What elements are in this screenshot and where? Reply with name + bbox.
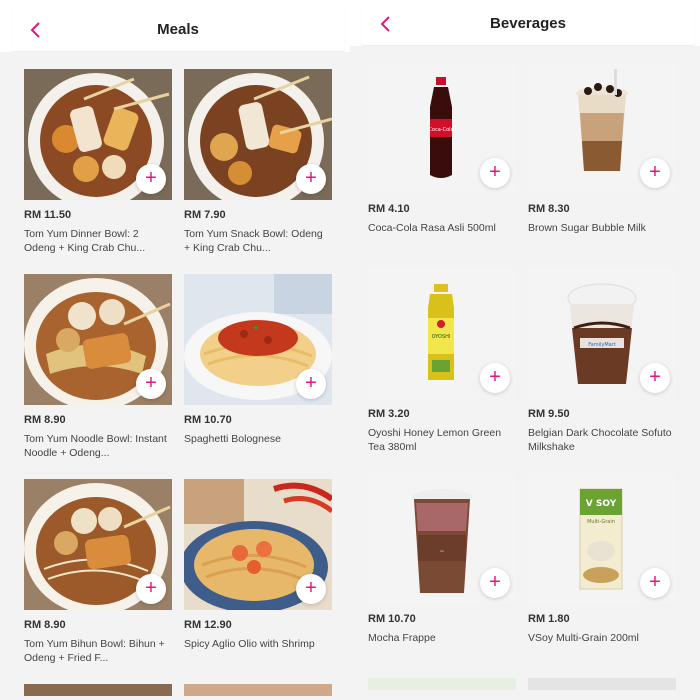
product-price: RM 7.90 — [184, 209, 226, 221]
add-to-cart-button[interactable]: + — [136, 574, 166, 604]
add-to-cart-button[interactable]: + — [640, 568, 670, 598]
product-name: Coca-Cola Rasa Asli 500ml — [368, 222, 496, 234]
add-to-cart-button[interactable]: + — [136, 369, 166, 399]
product-name: Mocha Frappe — [368, 632, 436, 644]
product-image: + — [24, 274, 172, 405]
add-to-cart-button[interactable]: + — [640, 363, 670, 393]
product-image: V SOY Multi-Grain + — [528, 473, 676, 604]
product-name: Tom Yum Dinner Bowl: 2 Odeng + King Crab… — [24, 228, 146, 254]
product-image: ~ + — [368, 473, 516, 604]
product-card[interactable]: + RM 12.90 Spicy Aglio Olio with Shrimp — [184, 479, 332, 669]
product-name: VSoy Multi-Grain 200ml — [528, 632, 639, 644]
product-card[interactable]: + RM 10.70 Spaghetti Bolognese — [184, 274, 332, 464]
product-card[interactable]: V SOY Multi-Grain + RM 1.80 VSoy Multi-G… — [528, 473, 676, 663]
next-product-image — [368, 678, 516, 690]
meals-panel: Meals + RM 11.50 Tom Yum Dinner Bowl: 2 … — [0, 0, 350, 700]
product-price: RM 8.90 — [24, 619, 66, 631]
product-price: RM 3.20 — [368, 408, 410, 420]
add-to-cart-button[interactable]: + — [296, 574, 326, 604]
add-to-cart-button[interactable]: + — [480, 158, 510, 188]
product-card[interactable]: FamilyMart + RM 9.50 Belgian Dark Chocol… — [528, 268, 676, 458]
product-card[interactable]: OYOSHI + RM 3.20 Oyoshi Honey Lemon Gree… — [368, 268, 516, 458]
product-price: RM 4.10 — [368, 203, 410, 215]
product-card[interactable]: + RM 8.90 Tom Yum Bihun Bowl: Bihun + Od… — [24, 479, 172, 669]
product-image: + — [184, 274, 332, 405]
add-to-cart-button[interactable]: + — [296, 164, 326, 194]
product-price: RM 11.50 — [24, 209, 72, 221]
product-image-text: Multi-Grain — [587, 519, 615, 525]
product-image: FamilyMart + — [528, 268, 676, 399]
add-to-cart-button[interactable]: + — [480, 363, 510, 393]
meals-grid: + RM 11.50 Tom Yum Dinner Bowl: 2 Odeng … — [0, 52, 350, 700]
product-image: + — [24, 69, 172, 200]
page-title: Meals — [157, 21, 199, 38]
product-name: Tom Yum Bihun Bowl: Bihun + Odeng + Frie… — [24, 638, 165, 664]
page-title: Beverages — [490, 15, 566, 32]
product-image: + — [184, 479, 332, 610]
svg-text:~: ~ — [439, 548, 444, 555]
product-image-text: FamilyMart — [588, 342, 616, 348]
product-card[interactable]: + RM 8.90 Tom Yum Noodle Bowl: Instant N… — [24, 274, 172, 464]
meals-header: Meals — [12, 8, 344, 52]
product-name: Tom Yum Noodle Bowl: Instant Noodle + Od… — [24, 433, 167, 459]
product-name: Spaghetti Bolognese — [184, 433, 281, 445]
add-to-cart-button[interactable]: + — [640, 158, 670, 188]
product-image-text: OYOSHI — [432, 334, 451, 340]
product-price: RM 10.70 — [368, 613, 416, 625]
product-name: Spicy Aglio Olio with Shrimp — [184, 638, 315, 650]
product-price: RM 8.30 — [528, 203, 570, 215]
product-image: + — [184, 69, 332, 200]
product-card[interactable]: + RM 8.30 Brown Sugar Bubble Milk — [528, 63, 676, 253]
next-product-image — [528, 678, 676, 690]
product-card[interactable]: Coca-Cola + RM 4.10 Coca-Cola Rasa Asli … — [368, 63, 516, 253]
product-image-text: Coca-Cola — [428, 127, 453, 133]
product-price: RM 9.50 — [528, 408, 570, 420]
product-image: Coca-Cola + — [368, 63, 516, 194]
product-price: RM 10.70 — [184, 414, 232, 426]
product-card[interactable]: + RM 11.50 Tom Yum Dinner Bowl: 2 Odeng … — [24, 69, 172, 259]
product-image: + — [528, 63, 676, 194]
beverages-panel: Beverages Coca-Cola + RM 4.10 Coca-Cola … — [350, 0, 700, 700]
add-to-cart-button[interactable]: + — [296, 369, 326, 399]
product-name: Belgian Dark Chocolate Sofuto Milkshake — [528, 427, 672, 453]
product-price: RM 8.90 — [24, 414, 66, 426]
product-card[interactable]: ~ + RM 10.70 Mocha Frappe — [368, 473, 516, 663]
next-product-image — [24, 684, 172, 696]
product-name: Oyoshi Honey Lemon Green Tea 380ml — [368, 427, 502, 453]
product-image: + — [24, 479, 172, 610]
product-price: RM 1.80 — [528, 613, 570, 625]
beverages-header: Beverages — [362, 2, 694, 46]
product-name: Brown Sugar Bubble Milk — [528, 222, 646, 234]
beverages-grid: Coca-Cola + RM 4.10 Coca-Cola Rasa Asli … — [350, 46, 700, 700]
add-to-cart-button[interactable]: + — [480, 568, 510, 598]
next-product-image — [184, 684, 332, 696]
product-image-text: V SOY — [586, 499, 617, 509]
product-name: Tom Yum Snack Bowl: Odeng + King Crab Ch… — [184, 228, 323, 254]
add-to-cart-button[interactable]: + — [136, 164, 166, 194]
product-card[interactable]: + RM 7.90 Tom Yum Snack Bowl: Odeng + Ki… — [184, 69, 332, 259]
product-image: OYOSHI + — [368, 268, 516, 399]
product-price: RM 12.90 — [184, 619, 232, 631]
